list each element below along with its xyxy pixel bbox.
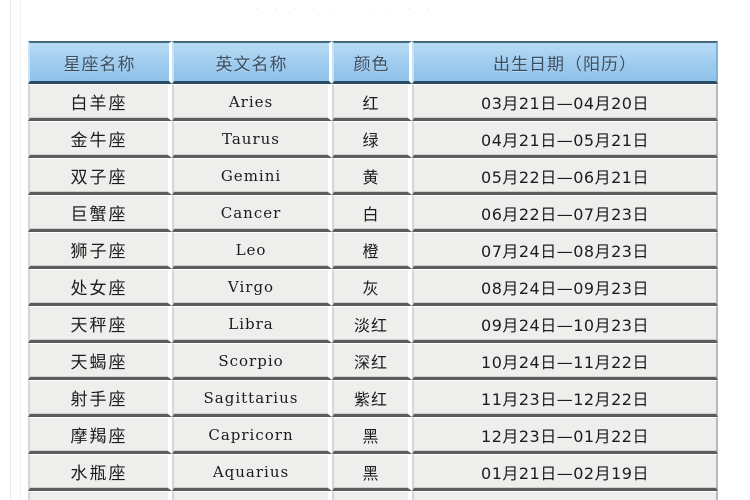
cell-en-name: Taurus	[172, 121, 332, 158]
table-row: 金牛座 Taurus 绿 04月21日—05月21日	[28, 121, 718, 158]
cell-en-name: Cancer	[172, 195, 332, 232]
cell-color: 灰	[332, 269, 412, 306]
cell-en-name: Sagittarius	[172, 380, 332, 417]
cell-en-name: Gemini	[172, 158, 332, 195]
cell-clipped	[412, 491, 718, 500]
cell-birthdate: 01月21日—02月19日	[412, 454, 718, 491]
cell-cn-name: 天蝎座	[28, 343, 172, 380]
cell-birthdate: 12月23日—01月22日	[412, 417, 718, 454]
cell-cn-name: 巨蟹座	[28, 195, 172, 232]
table-row: 天秤座 Libra 淡红 09月24日—10月23日	[28, 306, 718, 343]
cell-color: 黑	[332, 454, 412, 491]
cell-birthdate: 11月23日—12月22日	[412, 380, 718, 417]
scan-artifact-left-rule-secondary	[20, 0, 21, 500]
cell-birthdate: 08月24日—09月23日	[412, 269, 718, 306]
cell-color: 橙	[332, 232, 412, 269]
cell-color: 深红	[332, 343, 412, 380]
table-row: 巨蟹座 Cancer 白 06月22日—07月23日	[28, 195, 718, 232]
table-row: 双子座 Gemini 黄 05月22日—06月21日	[28, 158, 718, 195]
cell-cn-name: 天秤座	[28, 306, 172, 343]
cell-color: 黑	[332, 417, 412, 454]
cell-cn-name: 双子座	[28, 158, 172, 195]
table-header-row: 星座名称 英文名称 颜色 出生日期（阳历）	[28, 41, 718, 84]
cell-clipped	[172, 491, 332, 500]
cell-cn-name: 金牛座	[28, 121, 172, 158]
scan-artifact-left-rule	[10, 0, 11, 500]
cell-en-name: Leo	[172, 232, 332, 269]
column-header-birthdate: 出生日期（阳历）	[412, 41, 718, 84]
table-row: 狮子座 Leo 橙 07月24日—08月23日	[28, 232, 718, 269]
cell-en-name: Libra	[172, 306, 332, 343]
table-row: 天蝎座 Scorpio 深红 10月24日—11月22日	[28, 343, 718, 380]
table-header: 星座名称 英文名称 颜色 出生日期（阳历）	[28, 41, 718, 84]
table-body: 白羊座 Aries 红 03月21日—04月20日 金牛座 Taurus 绿 04月21日—0…	[28, 84, 718, 500]
cell-color: 淡红	[332, 306, 412, 343]
cell-cn-name: 射手座	[28, 380, 172, 417]
cell-cn-name: 处女座	[28, 269, 172, 306]
table-row: 水瓶座 Aquarius 黑 01月21日—02月19日	[28, 454, 718, 491]
cell-color: 绿	[332, 121, 412, 158]
column-header-cn-name: 星座名称	[28, 41, 172, 84]
cell-color: 黄	[332, 158, 412, 195]
cell-en-name: Capricorn	[172, 417, 332, 454]
table-row-partial-clipped	[28, 491, 718, 500]
column-header-en-name: 英文名称	[172, 41, 332, 84]
cell-clipped	[332, 491, 412, 500]
cell-color: 紫红	[332, 380, 412, 417]
cell-birthdate: 07月24日—08月23日	[412, 232, 718, 269]
column-header-color: 颜色	[332, 41, 412, 84]
cell-birthdate: 06月22日—07月23日	[412, 195, 718, 232]
cell-cn-name: 白羊座	[28, 84, 172, 121]
cell-en-name: Aries	[172, 84, 332, 121]
cell-birthdate: 03月21日—04月20日	[412, 84, 718, 121]
zodiac-table: 星座名称 英文名称 颜色 出生日期（阳历） 白羊座 Aries 红 03月21日—04…	[28, 41, 718, 500]
scan-artifact-top-text: · · · · · · · · · ·	[255, 2, 436, 14]
cell-cn-name: 水瓶座	[28, 454, 172, 491]
cell-birthdate: 10月24日—11月22日	[412, 343, 718, 380]
table-row: 白羊座 Aries 红 03月21日—04月20日	[28, 84, 718, 121]
cell-cn-name: 摩羯座	[28, 417, 172, 454]
cell-birthdate: 05月22日—06月21日	[412, 158, 718, 195]
table-row: 处女座 Virgo 灰 08月24日—09月23日	[28, 269, 718, 306]
cell-color: 红	[332, 84, 412, 121]
cell-cn-name: 狮子座	[28, 232, 172, 269]
table-row: 摩羯座 Capricorn 黑 12月23日—01月22日	[28, 417, 718, 454]
cell-birthdate: 04月21日—05月21日	[412, 121, 718, 158]
cell-en-name: Virgo	[172, 269, 332, 306]
cell-en-name: Aquarius	[172, 454, 332, 491]
cell-birthdate: 09月24日—10月23日	[412, 306, 718, 343]
page-root: · · · · · · · · · · 星座名称 英文名称 颜色 出生日期（阳历…	[0, 0, 750, 500]
cell-clipped	[28, 491, 172, 500]
cell-en-name: Scorpio	[172, 343, 332, 380]
table-row: 射手座 Sagittarius 紫红 11月23日—12月22日	[28, 380, 718, 417]
cell-color: 白	[332, 195, 412, 232]
